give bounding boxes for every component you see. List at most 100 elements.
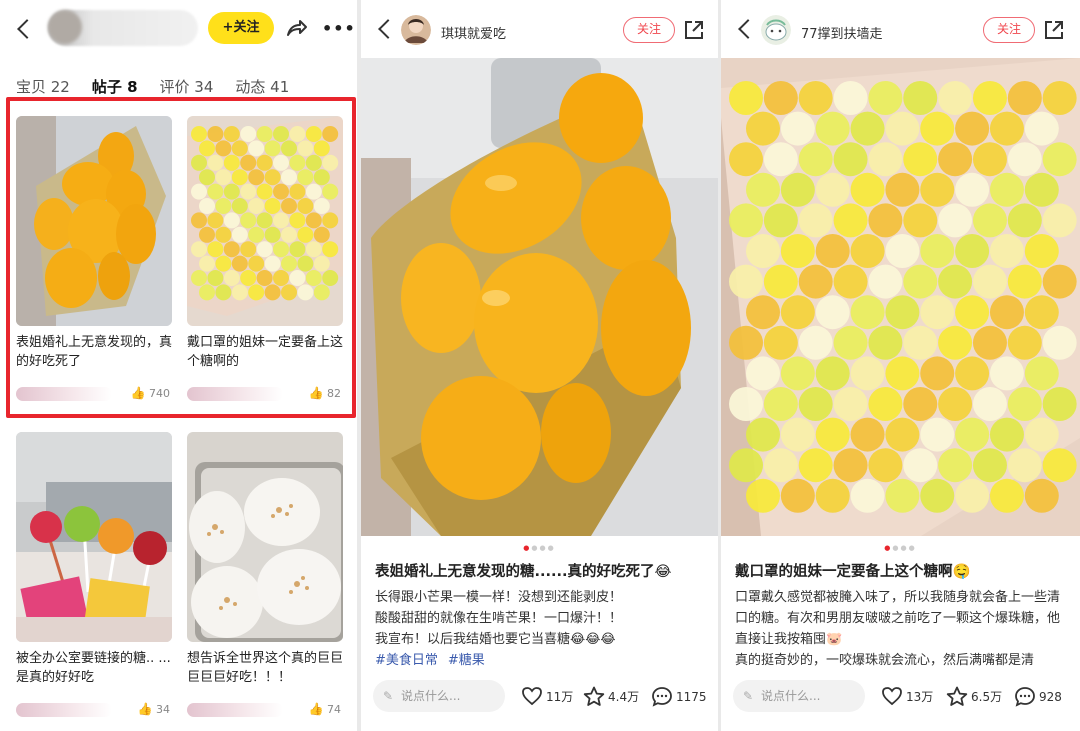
tab-posts[interactable]: 帖子 8 (92, 76, 138, 97)
candy-bead (955, 417, 990, 452)
thumb-up-icon[interactable]: 👍 (309, 386, 324, 400)
candy-bead (297, 255, 314, 272)
candy-bead (223, 154, 240, 171)
thumb-up-icon[interactable]: 👍 (309, 702, 324, 716)
candy-bead (938, 264, 973, 299)
comment-icon[interactable] (651, 686, 673, 707)
avatar[interactable] (48, 10, 82, 44)
thumb-up-icon[interactable]: 👍 (138, 702, 153, 716)
candy-bead (763, 448, 798, 483)
more-icon[interactable]: ••• (322, 21, 356, 37)
candy-bead (199, 226, 215, 243)
post-card[interactable]: 戴口罩的姐妹一定要备上这个糖啊的 👍 82 (187, 116, 343, 407)
candy-bead (780, 478, 815, 513)
candy-bead (746, 295, 780, 330)
candy-bead (955, 234, 990, 268)
candy-bead (763, 264, 798, 299)
candy-bead (256, 212, 273, 229)
candy-bead (248, 226, 265, 243)
heart-icon[interactable] (881, 686, 903, 706)
candy-bead (248, 284, 265, 301)
candy-bead (798, 448, 833, 483)
avatar[interactable] (761, 15, 791, 45)
post-card[interactable]: 想告诉全世界这个真的巨巨巨巨巨好吃！！！ 👍 74 (187, 432, 343, 723)
candy-bead (815, 356, 850, 391)
tab-reviews[interactable]: 评价 34 (160, 76, 214, 97)
candy-bead (256, 241, 273, 258)
back-icon[interactable] (735, 18, 757, 40)
post-image[interactable] (721, 58, 1080, 536)
post-body: 口罩戴久感觉都被腌入味了，所以我随身就会备上一些清口的糖。有次和男朋友啵啵之前吃… (735, 590, 1061, 668)
heart-icon[interactable] (521, 686, 543, 706)
like-count: 👍 74 (308, 702, 341, 716)
candy-bead (763, 325, 798, 360)
candy-bead (746, 478, 780, 513)
candy-bead (305, 126, 322, 142)
share-icon[interactable] (286, 18, 308, 38)
post-thumbnail (16, 432, 172, 642)
star-icon[interactable] (583, 686, 605, 707)
like-count: 👍 740 (130, 386, 170, 400)
candy-bead (920, 295, 955, 330)
candy-bead (1007, 264, 1042, 299)
tab-activity[interactable]: 动态 41 (235, 76, 289, 97)
candy-bead (989, 295, 1024, 330)
candy-bead (231, 169, 248, 186)
star-icon[interactable] (946, 686, 968, 707)
hashtag[interactable]: #糖果 (448, 653, 485, 668)
candy-bead (1042, 203, 1077, 238)
candy-bead (322, 126, 339, 142)
candy-bead (798, 142, 833, 177)
candy-bead (256, 154, 273, 171)
hashtag[interactable]: #美食日常 (375, 653, 438, 668)
candy-bead (191, 212, 207, 229)
share-icon[interactable] (683, 19, 705, 41)
candy-bead (322, 241, 339, 258)
candy-bead (955, 295, 990, 330)
post-card[interactable]: 被全办公室要链接的糖.. ...是真的好好吃 👍 34 (16, 432, 172, 723)
candy-bead (264, 198, 281, 214)
candy-bead (729, 387, 763, 421)
comment-input[interactable]: 说点什么... (733, 680, 865, 712)
candy-bead (815, 478, 850, 513)
candy-bead (746, 172, 780, 207)
username[interactable]: 77撑到扶墙走 (801, 23, 883, 42)
candy-bead (833, 264, 868, 299)
comment-icon[interactable] (1014, 686, 1036, 707)
candy-bead (989, 356, 1024, 391)
back-icon[interactable] (375, 18, 397, 40)
avatar[interactable] (401, 15, 431, 45)
candy-bead (207, 241, 224, 258)
post-card[interactable]: 表姐婚礼上无意发现的，真的好吃死了 👍 740 (16, 116, 172, 407)
post-image[interactable] (361, 58, 718, 536)
candy-bead (938, 448, 973, 483)
candy-bead (798, 264, 833, 299)
follow-button[interactable]: 关注 (983, 17, 1035, 43)
candy-bead (850, 234, 885, 268)
candy-bead (1024, 417, 1059, 452)
tab-items[interactable]: 宝贝 22 (16, 76, 70, 97)
post-title: 戴口罩的姐妹一定要备上这个糖啊🤤 (735, 564, 971, 580)
back-icon[interactable] (14, 18, 36, 40)
comment-stat: 1175 (651, 686, 707, 707)
share-icon[interactable] (1043, 19, 1065, 41)
candy-bead (972, 325, 1007, 360)
comment-input[interactable]: 说点什么... (373, 680, 505, 712)
candy-bead (972, 264, 1007, 299)
candy-bead (240, 154, 257, 171)
post-detail-panel: 琪琪就爱吃 关注 ●●●● 表姐婚礼上无意发现的糖......真的好吃死了😂 长… (361, 0, 718, 731)
like-stat: 13万 (881, 686, 933, 706)
follow-button[interactable]: +关注 (208, 12, 274, 44)
username[interactable]: 琪琪就爱吃 (441, 23, 506, 42)
candy-bead (223, 241, 240, 258)
candy-bead (815, 111, 850, 146)
candy-bead (938, 203, 973, 238)
candy-bead (729, 325, 763, 360)
carousel-indicator: ●●●● (523, 544, 556, 552)
candy-bead (240, 126, 257, 142)
follow-button[interactable]: 关注 (623, 17, 675, 43)
candy-bead (729, 203, 763, 238)
candy-bead (215, 226, 232, 243)
thumb-up-icon[interactable]: 👍 (131, 386, 146, 400)
candy-bead (231, 284, 248, 301)
